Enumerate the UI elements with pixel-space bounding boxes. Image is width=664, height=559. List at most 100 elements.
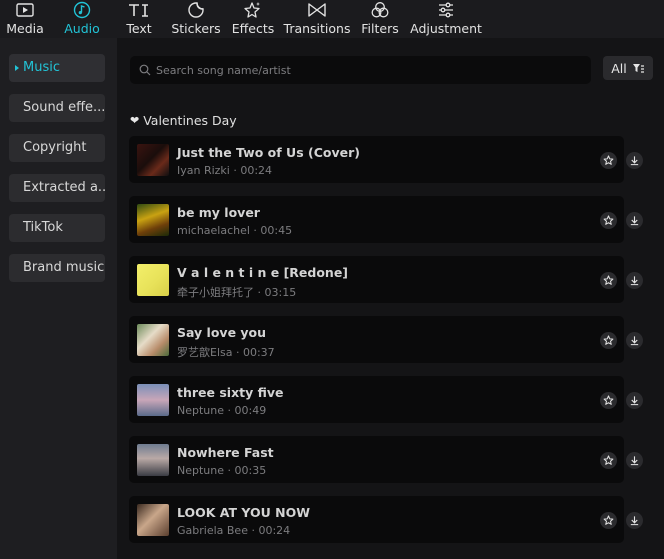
download-icon <box>630 216 639 226</box>
sidebar-item-tiktok[interactable]: TikTok <box>9 214 105 242</box>
track-meta: Neptune · 00:49 <box>177 404 267 417</box>
star-icon <box>603 515 614 525</box>
sidebar-item-label: Copyright <box>23 140 87 155</box>
track-row[interactable]: LOOK AT YOU NOW Gabriela Bee · 00:24 <box>129 496 643 543</box>
album-cover <box>137 444 169 476</box>
download-button[interactable] <box>626 332 643 349</box>
tab-label: Transitions <box>283 21 351 36</box>
track-row[interactable]: Just the Two of Us (Cover) Iyan Rizki · 0… <box>129 136 643 183</box>
track-title: three sixty five <box>177 385 284 400</box>
download-button[interactable] <box>626 392 643 409</box>
star-icon <box>603 455 614 465</box>
favorite-button[interactable] <box>600 332 617 349</box>
sidebar-item-extracted-audio[interactable]: Extracted a... <box>9 174 105 202</box>
track-title: Nowhere Fast <box>177 445 274 460</box>
star-icon <box>603 155 614 165</box>
sidebar-item-music[interactable]: Music <box>9 54 105 82</box>
favorite-button[interactable] <box>600 212 617 229</box>
text-icon <box>127 0 151 20</box>
sidebar-item-label: Music <box>23 60 60 75</box>
album-cover <box>137 324 169 356</box>
favorite-button[interactable] <box>600 152 617 169</box>
filter-icon <box>632 63 644 73</box>
album-cover <box>137 384 169 416</box>
tab-transitions[interactable]: Transitions <box>283 0 351 38</box>
tab-label: Adjustment <box>410 21 482 36</box>
download-icon <box>630 516 639 526</box>
album-cover <box>137 204 169 236</box>
tab-audio[interactable]: Audio <box>61 0 103 38</box>
star-icon <box>603 335 614 345</box>
track-row[interactable]: Nowhere Fast Neptune · 00:35 <box>129 436 643 483</box>
album-cover <box>137 264 169 296</box>
track-row[interactable]: Say love you 罗艺歆Elsa · 00:37 <box>129 316 643 363</box>
download-icon <box>630 156 639 166</box>
audio-icon <box>72 0 92 20</box>
favorite-button[interactable] <box>600 452 617 469</box>
star-icon <box>603 275 614 285</box>
tab-label: Audio <box>64 21 100 36</box>
track-meta: Neptune · 00:35 <box>177 464 267 477</box>
track-meta: 牵子小姐拜托了 · 03:15 <box>177 286 297 299</box>
track-meta: michaelachel · 00:45 <box>177 224 293 237</box>
track-title: be my lover <box>177 205 260 220</box>
download-button[interactable] <box>626 272 643 289</box>
heart-icon: ❤ <box>130 114 140 127</box>
tab-label: Stickers <box>171 21 221 36</box>
tab-media[interactable]: Media <box>4 0 46 38</box>
album-cover <box>137 504 169 536</box>
track-meta: Gabriela Bee · 00:24 <box>177 524 291 537</box>
filter-dropdown[interactable]: All <box>603 56 653 80</box>
tab-label: Filters <box>361 21 399 36</box>
search-input[interactable] <box>156 63 576 77</box>
favorite-button[interactable] <box>600 272 617 289</box>
section-header: ❤ Valentines Day <box>130 113 237 128</box>
sidebar-item-label: Sound effe... <box>23 100 105 115</box>
download-button[interactable] <box>626 152 643 169</box>
section-title: Valentines Day <box>143 113 237 128</box>
track-title: Just the Two of Us (Cover) <box>177 145 360 160</box>
track-meta: Iyan Rizki · 00:24 <box>177 164 273 177</box>
download-icon <box>630 456 639 466</box>
tab-label: Effects <box>231 21 275 36</box>
top-toolbar: Media Audio Text Stickers Effects Transi… <box>0 0 664 38</box>
tab-label: Text <box>126 21 152 36</box>
transitions-icon <box>307 0 327 20</box>
sidebar-item-brand-music[interactable]: Brand music <box>9 254 105 282</box>
sidebar-item-copyright[interactable]: Copyright <box>9 134 105 162</box>
album-cover <box>137 144 169 176</box>
sidebar-item-label: Extracted a... <box>23 180 105 195</box>
search-icon <box>139 64 151 76</box>
track-row[interactable]: three sixty five Neptune · 00:49 <box>129 376 643 423</box>
audio-sidebar: Music Sound effe... Copyright Extracted … <box>0 38 117 559</box>
star-icon <box>603 215 614 225</box>
download-button[interactable] <box>626 512 643 529</box>
download-button[interactable] <box>626 452 643 469</box>
sidebar-item-label: TikTok <box>23 220 63 235</box>
search-bar[interactable] <box>130 56 591 84</box>
adjustment-icon <box>436 0 456 20</box>
filters-icon <box>370 0 390 20</box>
sidebar-item-label: Brand music <box>23 260 105 275</box>
effects-icon <box>243 0 263 20</box>
track-row[interactable]: be my lover michaelachel · 00:45 <box>129 196 643 243</box>
download-icon <box>630 336 639 346</box>
stickers-icon <box>186 0 206 20</box>
download-button[interactable] <box>626 212 643 229</box>
sidebar-item-sound-effects[interactable]: Sound effe... <box>9 94 105 122</box>
filter-label: All <box>611 60 627 76</box>
track-title: LOOK AT YOU NOW <box>177 505 311 520</box>
track-row[interactable]: V a l e n t i n e [Redone] 牵子小姐拜托了 · 03:1… <box>129 256 643 303</box>
tab-stickers[interactable]: Stickers <box>171 0 221 38</box>
track-meta: 罗艺歆Elsa · 00:37 <box>177 346 275 359</box>
favorite-button[interactable] <box>600 392 617 409</box>
download-icon <box>630 276 639 286</box>
tab-effects[interactable]: Effects <box>231 0 275 38</box>
star-icon <box>603 395 614 405</box>
favorite-button[interactable] <box>600 512 617 529</box>
tab-text[interactable]: Text <box>122 0 156 38</box>
tab-adjustment[interactable]: Adjustment <box>410 0 482 38</box>
tab-filters[interactable]: Filters <box>361 0 399 38</box>
tab-label: Media <box>6 21 44 36</box>
media-icon <box>15 0 35 20</box>
